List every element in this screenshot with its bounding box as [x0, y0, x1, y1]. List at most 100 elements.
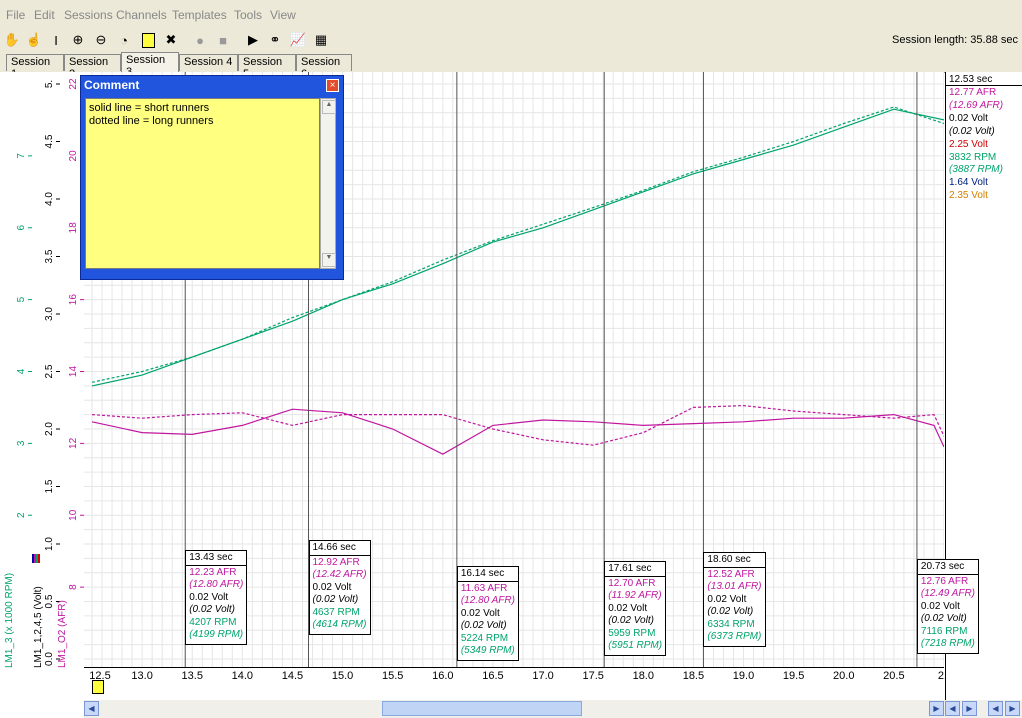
volt-tick-label: 3.5	[44, 249, 55, 263]
cursor-readout-line: 4207 RPM	[189, 616, 237, 628]
binoculars-icon[interactable]: ⚭	[265, 30, 285, 50]
volt-axis-title: LM1_1,2,4,5 (Volt)	[33, 586, 44, 668]
cursor-readout-line: 0.02 Volt	[189, 591, 229, 603]
afr-axis-title: LM1_O2 (AFR)	[57, 600, 68, 668]
scroll-right-icon[interactable]: ▶	[929, 701, 944, 716]
volt-tick-label: 5.	[44, 80, 55, 88]
zoom-out-icon[interactable]: ⊖	[91, 30, 111, 50]
afr-tick-label: 18	[68, 222, 79, 234]
x-tick-label: 13.5	[181, 670, 203, 682]
comment-title: Comment	[84, 78, 140, 92]
x-tick-label: 15.5	[381, 670, 404, 682]
session-length: Session length: 35.88 sec	[892, 34, 1018, 46]
tab-session-6[interactable]: Session 6	[296, 54, 352, 80]
x-tick-label: 19.5	[782, 670, 805, 682]
cursor-readout[interactable]: 16.14 sec 11.63 AFR (12.80 AFR) 0.02 Volt (0…	[456, 566, 519, 661]
afr-tick-label: 12	[68, 437, 79, 449]
rpm-axis-title: LM1_3 (x 1000 RPM)	[4, 572, 15, 668]
scroll-thumb[interactable]	[382, 701, 582, 716]
cursor-tool-icon[interactable]: I	[46, 30, 66, 50]
close-icon[interactable]: ×	[326, 79, 339, 92]
table-icon[interactable]: ▦	[311, 30, 331, 50]
comment-text[interactable]: solid line = short runners dotted line =…	[85, 98, 320, 269]
grab-tool-icon[interactable]: ☝	[24, 30, 44, 50]
cursor-readout-line: (12.80 AFR)	[189, 579, 244, 590]
cursor-readout[interactable]: 17.61 sec 12.70 AFR (11.92 AFR) 0.02 Volt (0…	[604, 561, 667, 656]
session-tabs: Session 1Session 2Session 3Session 4Sess…	[0, 52, 1022, 80]
cursor-readout-line: 0.02 Volt	[608, 602, 648, 614]
cursor-readout[interactable]: 20.73 sec 12.76 AFR (12.49 AFR) 0.02 Volt (0…	[916, 559, 980, 654]
volt-tick-label: 4.0	[44, 192, 55, 206]
zoom-in-icon[interactable]: ⊕	[68, 30, 88, 50]
cursor-readout[interactable]: 14.66 sec 12.92 AFR (12.42 AFR) 0.02 Volt (0…	[308, 540, 371, 635]
panel-row: (0.02 Volt)	[949, 125, 995, 137]
menu-edit[interactable]: Edit	[34, 8, 55, 22]
x-tick-label: 16.5	[482, 670, 504, 682]
tab-session-3[interactable]: Session 3	[121, 52, 179, 78]
x-tick-label: 18.5	[682, 670, 705, 682]
volt-tick-label: 0.5	[44, 594, 55, 608]
scroll-down-icon[interactable]: ▼	[322, 253, 336, 267]
panel-row: (12.69 AFR)	[949, 99, 1004, 111]
panel-row: (3887 RPM)	[949, 164, 1003, 176]
cursor-readout-line: 17.61 sec	[605, 563, 666, 577]
menu-view[interactable]: View	[270, 8, 296, 22]
note-marker-icon[interactable]	[92, 680, 104, 694]
x-tick-label: 19.0	[732, 670, 755, 682]
cursor-readout-line: (12.42 AFR)	[312, 569, 367, 580]
x-tick-label: 14.5	[281, 670, 304, 682]
comment-window[interactable]: Comment × solid line = short runners dot…	[80, 75, 344, 280]
scroll-left-icon[interactable]: ◀	[84, 701, 99, 716]
cursor-readout-line: 12.76 AFR	[920, 575, 969, 587]
menu-tools[interactable]: Tools	[234, 8, 262, 22]
cursor-readout-line: 14.66 sec	[309, 542, 370, 556]
note-icon[interactable]	[138, 30, 158, 50]
horizontal-scrollbar[interactable]: ◀ ▶	[84, 700, 945, 718]
scroll-up-icon[interactable]: ▲	[322, 100, 336, 114]
tab-session-4[interactable]: Session 4	[179, 54, 238, 71]
cursor-readout-line: (4199 RPM)	[189, 629, 244, 640]
cursor-readout-line: (11.92 AFR)	[608, 590, 662, 601]
rpm-tick-label: 2	[16, 512, 27, 518]
x-tick-label: 13.0	[131, 670, 153, 682]
afr-tick-label: 20	[68, 150, 79, 162]
chart-icon[interactable]: 📈	[288, 30, 308, 50]
panel-scroll-left-icon[interactable]: ◀	[945, 701, 960, 716]
cursor-readout-line: 11.63 AFR	[460, 582, 508, 594]
x-tick-label: 17.0	[532, 670, 554, 682]
play-icon[interactable]: ▶	[243, 30, 263, 50]
panel-scroll-right-icon[interactable]: ▶	[962, 701, 977, 716]
panel-scroll-left2-icon[interactable]: ◀	[988, 701, 1003, 716]
record-icon[interactable]: ●	[190, 30, 210, 50]
cursor-readout[interactable]: 13.43 sec 12.23 AFR (12.80 AFR) 0.02 Volt (0…	[185, 550, 248, 645]
panel-row: 2.35 Volt	[949, 190, 988, 202]
hand-tool-icon[interactable]: ✋	[2, 30, 22, 50]
cursor-readout-line: 16.14 sec	[457, 568, 518, 582]
menu-templates[interactable]: Templates	[172, 8, 227, 22]
rpm-tick-label: 6	[16, 225, 27, 231]
rpm-tick-label: 4	[16, 368, 27, 374]
cursor-readout[interactable]: 18.60 sec 12.52 AFR (13.01 AFR) 0.02 Volt (0…	[703, 552, 766, 647]
menu-channels[interactable]: Channels	[116, 8, 167, 22]
panel-row: 2.25 Volt	[949, 138, 988, 150]
x-tick-label: 17.5	[582, 670, 604, 682]
cursor-readout-line: (0.02 Volt)	[460, 620, 507, 631]
delete-note-icon[interactable]: ✖	[161, 30, 181, 50]
tab-session-5[interactable]: Session 5	[238, 54, 296, 80]
comment-scrollbar[interactable]: ▲ ▼	[320, 98, 336, 269]
cursor-readout-line: (12.80 AFR)	[460, 595, 515, 606]
panel-scroll-right2-icon[interactable]: ▶	[1005, 701, 1020, 716]
cursor-readout-line: 18.60 sec	[704, 554, 765, 568]
channel-legend-icon[interactable]	[32, 554, 40, 563]
cursor-readout-line: 13.43 sec	[186, 552, 247, 566]
menu-file[interactable]: File	[6, 8, 25, 22]
menu-sessions[interactable]: Sessions	[64, 8, 113, 22]
tab-session-2[interactable]: Session 2	[64, 54, 121, 80]
cursor-readout-line: (0.02 Volt)	[608, 615, 654, 626]
gauge-icon[interactable]: ◔	[114, 30, 134, 50]
stop-icon[interactable]: ■	[213, 30, 233, 50]
tab-session-1[interactable]: Session 1	[6, 54, 64, 80]
panel-scrollbar[interactable]: ◀ ▶ ◀ ▶	[945, 700, 1022, 718]
series-line-3	[91, 404, 945, 446]
cursor-readout-line: 12.52 AFR	[707, 568, 755, 580]
